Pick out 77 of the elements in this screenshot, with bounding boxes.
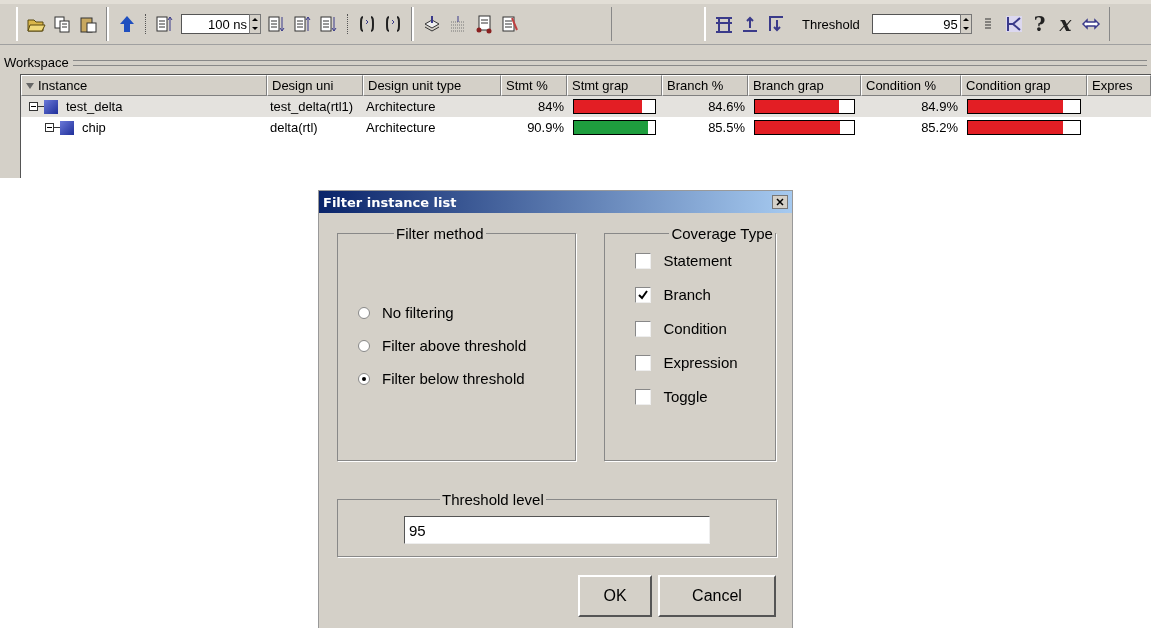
checkbox[interactable] <box>635 354 652 371</box>
column-header[interactable]: Branch % <box>662 75 748 96</box>
list-down-icon[interactable] <box>319 14 339 34</box>
threshold-field[interactable]: 95 <box>871 14 960 34</box>
threshold-input[interactable]: 95 <box>404 516 710 544</box>
copy-icon[interactable] <box>52 14 72 34</box>
column-header[interactable]: Design uni <box>267 75 363 96</box>
expression-button[interactable]: x <box>1055 14 1076 34</box>
paste-icon[interactable] <box>78 14 98 34</box>
table-cell-text: 84.6% <box>707 99 746 114</box>
ok-button[interactable]: OK <box>578 575 652 617</box>
instance-icon <box>60 120 74 135</box>
column-header[interactable]: Instance <box>21 75 267 96</box>
option-label[interactable]: No filtering <box>382 304 454 321</box>
checkbox[interactable] <box>635 388 652 405</box>
table-cell: test_delta <box>66 99 123 114</box>
table-cell-text: Architecture <box>365 120 437 135</box>
spin-button[interactable] <box>249 14 261 34</box>
table-cell-text: 90.9% <box>526 120 565 135</box>
braces-icon[interactable] <box>357 14 377 34</box>
table-cell-text: Architecture <box>365 99 437 114</box>
option-label[interactable]: Condition <box>663 320 727 337</box>
table-cell-text: test_delta(rtl1) <box>269 99 355 114</box>
checkbox[interactable] <box>635 286 652 303</box>
column-header[interactable]: Condition % <box>861 75 961 96</box>
cancel-button[interactable]: Cancel <box>658 575 776 617</box>
document-icon[interactable] <box>500 14 520 34</box>
checkbox[interactable] <box>635 320 652 337</box>
threshold-label: Threshold <box>802 16 860 32</box>
table-cell-text: delta(rtl) <box>269 120 319 135</box>
table-cell-text: 85.5% <box>707 120 746 135</box>
group-title: Coverage Type <box>670 225 774 242</box>
column-header[interactable]: Expres <box>1087 75 1151 96</box>
table-cell-text: 84.9% <box>920 99 959 114</box>
up-to-line-icon[interactable] <box>740 14 760 34</box>
checkbox[interactable] <box>635 252 652 269</box>
option-label[interactable]: Filter above threshold <box>382 337 527 354</box>
group-title: Filter method <box>395 225 485 242</box>
list-down-icon[interactable] <box>267 14 287 34</box>
column-header[interactable]: Stmt % <box>501 75 567 96</box>
table-row[interactable]: chip delta(rtl) Architecture 90.9% 85.5% 85.2% <box>21 117 1151 138</box>
expander[interactable] <box>45 123 54 132</box>
option-label[interactable]: Branch <box>663 286 711 303</box>
up-arrow-icon[interactable] <box>117 14 137 34</box>
radio-button[interactable] <box>358 339 370 352</box>
option-label[interactable]: Expression <box>663 354 738 371</box>
instance-icon <box>44 99 58 114</box>
list-icon[interactable] <box>293 14 313 34</box>
down-from-line-icon[interactable] <box>766 14 786 34</box>
time-step-field[interactable]: 100 ns <box>181 14 249 34</box>
close-icon <box>776 198 784 206</box>
stack-icon[interactable] <box>422 14 442 34</box>
branch-icon[interactable] <box>1003 14 1024 34</box>
radio-button[interactable] <box>358 372 370 385</box>
table-cell: chip <box>82 120 106 135</box>
sort-icon[interactable] <box>26 82 34 89</box>
dialog-title: Filter instance list <box>323 194 457 210</box>
column-header[interactable]: Condition grap <box>961 75 1087 96</box>
column-header[interactable]: Branch grap <box>748 75 861 96</box>
close-button[interactable] <box>772 195 788 209</box>
panel-title: Workspace <box>4 55 69 70</box>
option-label[interactable]: Filter below threshold <box>382 370 525 387</box>
table-row[interactable]: test_delta test_delta(rtl1) Architecture 84% 84.6% 84.9% <box>21 96 1151 117</box>
column-header[interactable]: Design unit type <box>363 75 501 96</box>
table-cell-text: 84% <box>536 99 565 114</box>
help-button[interactable]: ? <box>1029 14 1050 34</box>
radio-button[interactable] <box>358 306 370 319</box>
bar-marker-icon[interactable] <box>714 14 734 34</box>
expander[interactable] <box>29 102 38 111</box>
table-cell-text: 85.2% <box>920 120 959 135</box>
scroll-icon[interactable] <box>474 14 494 34</box>
braces-icon[interactable] <box>383 14 403 34</box>
list-icon[interactable] <box>155 14 175 34</box>
option-label[interactable]: Toggle <box>663 388 708 405</box>
option-label[interactable]: Statement <box>663 252 732 269</box>
group-title: Threshold level <box>441 491 545 508</box>
column-header[interactable]: Stmt grap <box>567 75 662 96</box>
